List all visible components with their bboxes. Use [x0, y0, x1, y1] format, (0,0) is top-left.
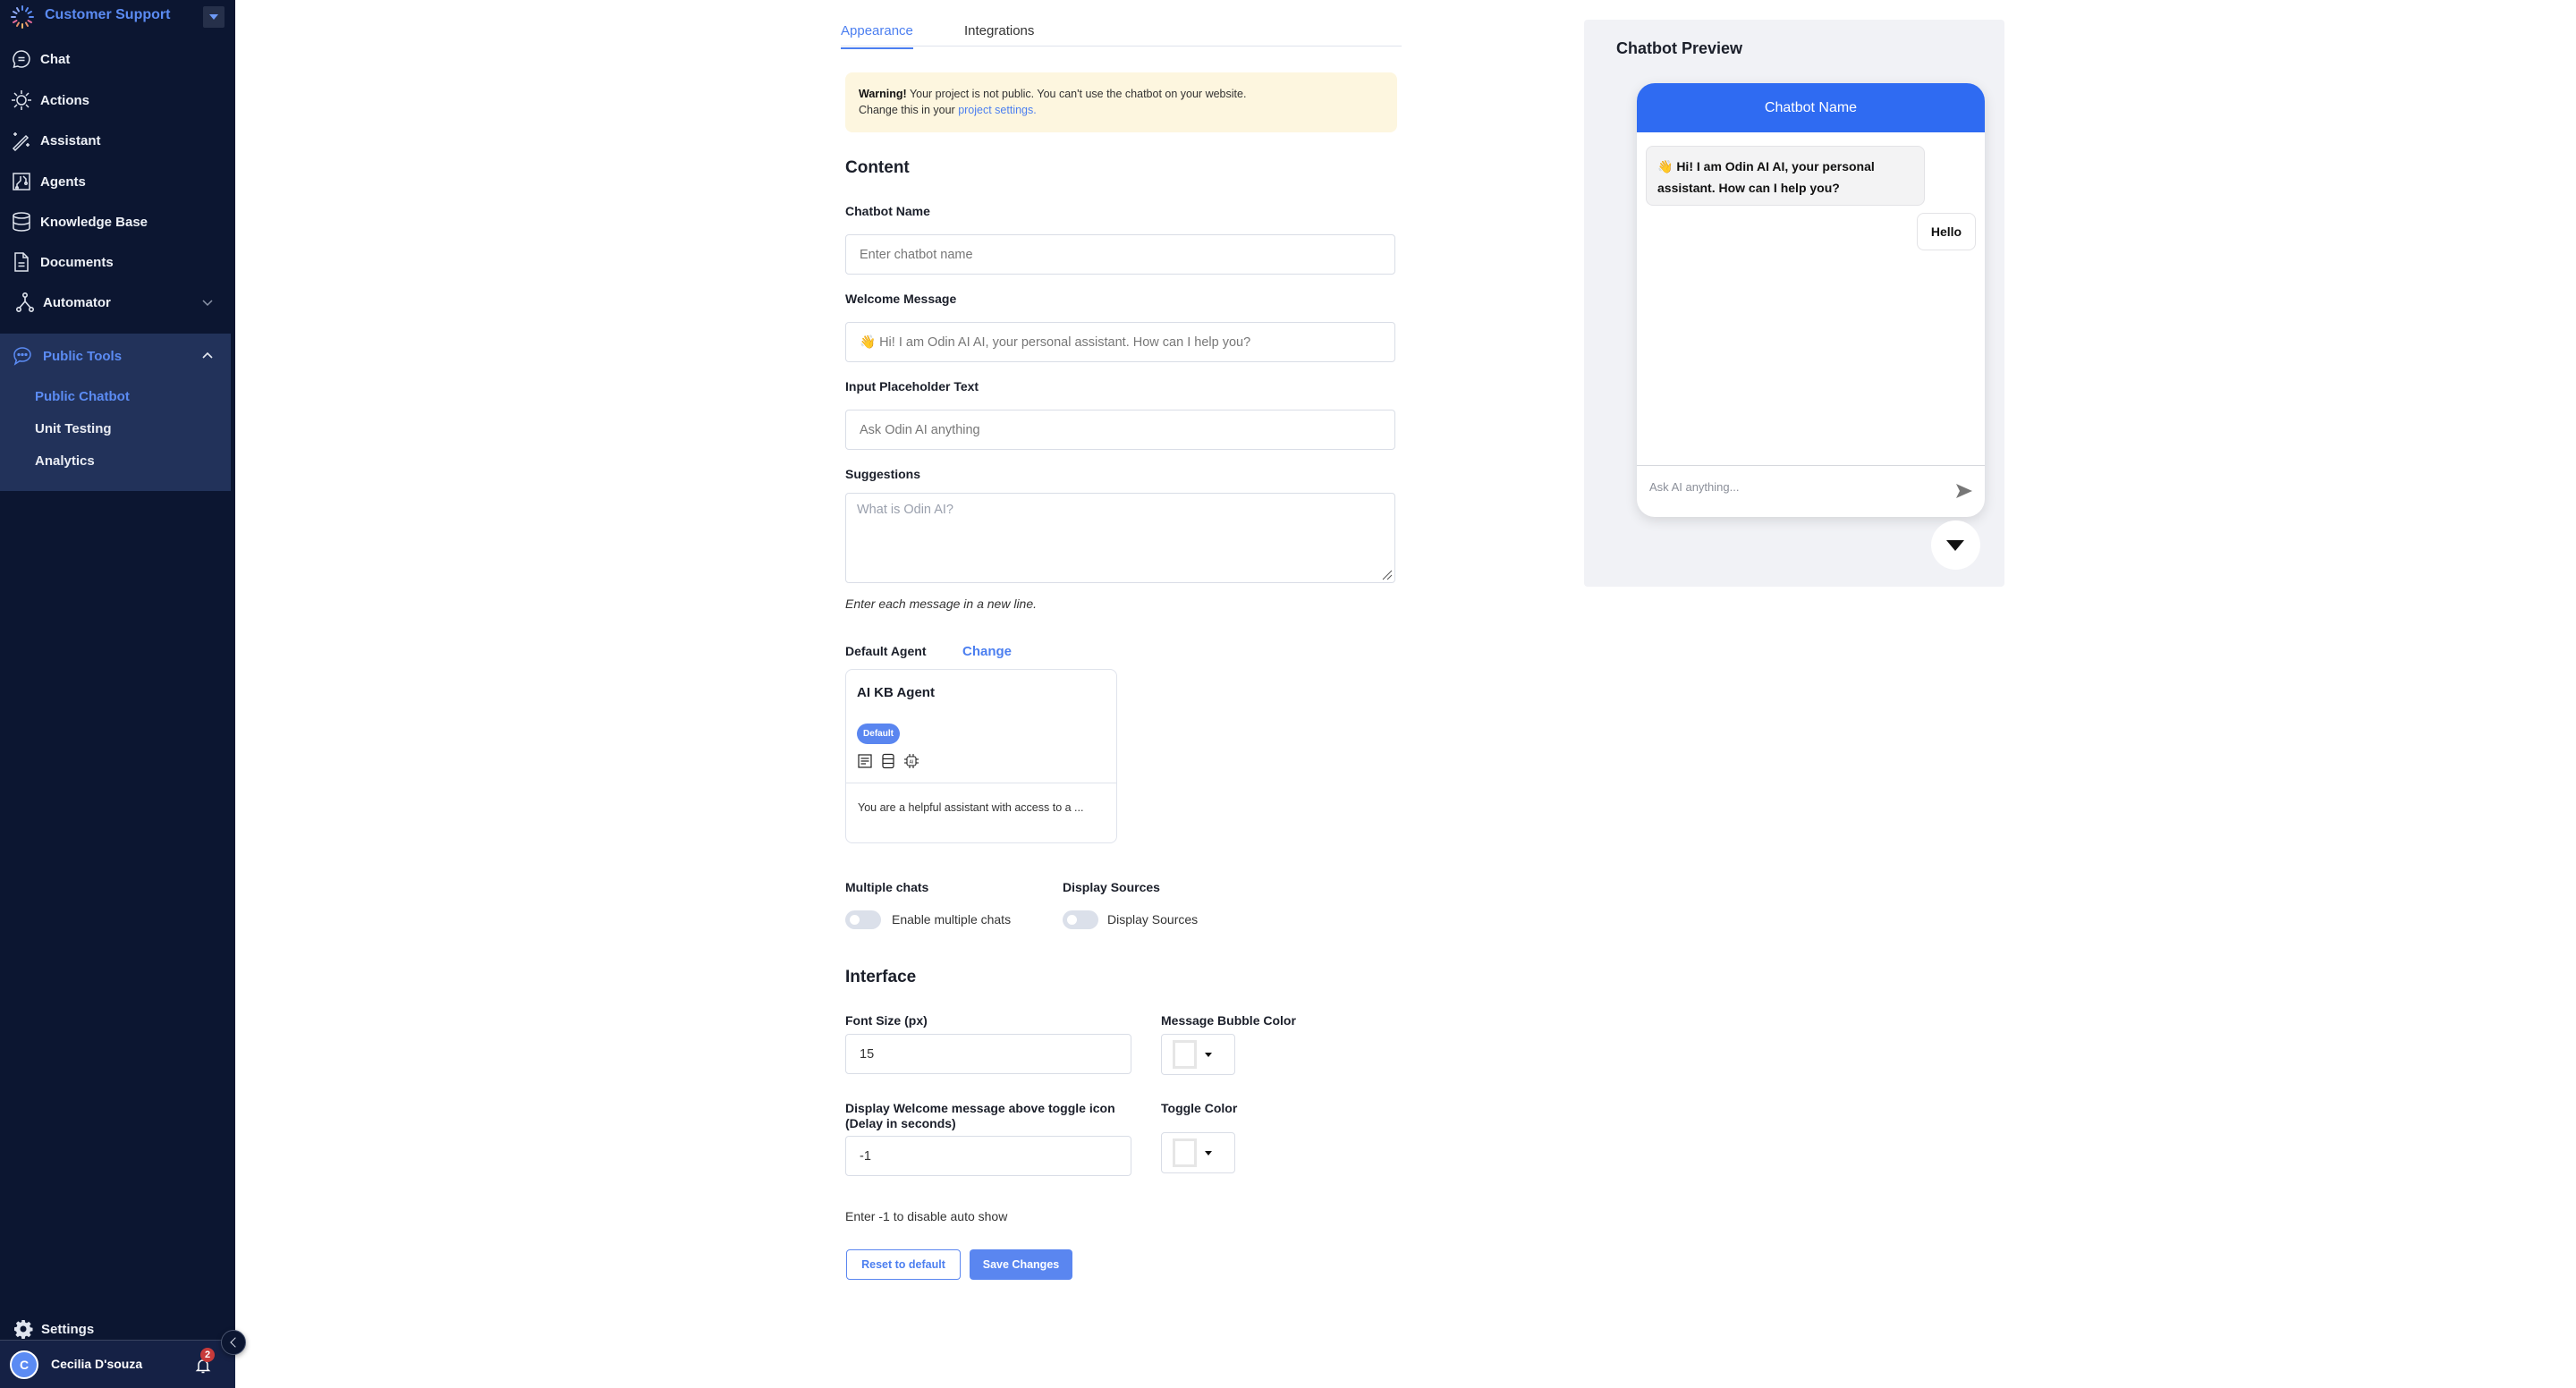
save-changes-button[interactable]: Save Changes	[970, 1249, 1072, 1280]
color-swatch	[1173, 1138, 1197, 1167]
multiple-chats-label: Multiple chats	[845, 880, 929, 894]
display-sources-toggle[interactable]	[1063, 910, 1098, 929]
warning-text-line2: Change this in your	[859, 104, 959, 116]
welcome-delay-input[interactable]: -1	[845, 1136, 1131, 1176]
multiple-chats-toggle-label: Enable multiple chats	[892, 912, 1012, 927]
agent-card[interactable]: AI KB Agent Default AI You are a helpful…	[845, 669, 1117, 843]
multiple-chats-toggle[interactable]	[845, 910, 881, 929]
suggestions-placeholder: What is Odin AI?	[857, 503, 953, 517]
warning-title: Warning!	[859, 88, 907, 100]
agent-capability-icons: AI	[857, 753, 919, 769]
chatbot-preview-panel: Chatbot Preview Chatbot Name 👋 Hi! I am …	[1584, 20, 2004, 587]
chat-input[interactable]: Ask AI anything...	[1649, 480, 1739, 494]
toggle-color-picker[interactable]	[1161, 1132, 1235, 1173]
display-sources-label: Display Sources	[1063, 880, 1160, 894]
message-bubble-color-picker[interactable]	[1161, 1034, 1235, 1075]
caret-down-icon	[1205, 1151, 1212, 1155]
change-agent-link[interactable]: Change	[962, 644, 1012, 659]
chatbot-name-input[interactable]: Enter chatbot name	[845, 234, 1395, 275]
agent-description: You are a helpful assistant with access …	[858, 801, 1084, 814]
sidebar-collapse-button[interactable]	[221, 1330, 246, 1355]
tab-integrations[interactable]: Integrations	[964, 23, 1034, 47]
send-icon[interactable]	[1954, 481, 1974, 501]
project-settings-link[interactable]: project settings.	[958, 104, 1037, 116]
default-agent-label: Default Agent	[845, 644, 927, 658]
message-bubble-color-label: Message Bubble Color	[1161, 1013, 1296, 1028]
input-placeholder-label: Input Placeholder Text	[845, 379, 979, 394]
svg-text:AI: AI	[910, 759, 914, 765]
caret-down-icon	[1205, 1053, 1212, 1057]
interface-heading: Interface	[845, 968, 917, 986]
chatbot-name-label: Chatbot Name	[845, 204, 930, 218]
document-icon	[858, 754, 872, 768]
database-icon	[882, 753, 894, 769]
display-sources-toggle-label: Display Sources	[1107, 912, 1199, 927]
font-size-label: Font Size (px)	[845, 1013, 928, 1028]
resize-handle-icon[interactable]	[1382, 570, 1393, 580]
bot-message-bubble: 👋 Hi! I am Odin AI AI, your personal ass…	[1646, 146, 1925, 206]
input-placeholder-input[interactable]: Ask Odin AI anything	[845, 410, 1395, 450]
toggle-color-label: Toggle Color	[1161, 1101, 1238, 1115]
welcome-delay-hint: Enter -1 to disable auto show	[845, 1209, 1008, 1223]
preview-title: Chatbot Preview	[1616, 39, 1743, 57]
ai-chip-icon: AI	[904, 754, 919, 768]
warning-banner: Warning! Your project is not public. You…	[845, 72, 1397, 132]
welcome-message-label: Welcome Message	[845, 292, 957, 306]
suggestions-hint: Enter each message in a new line.	[845, 597, 1038, 611]
suggestions-textarea[interactable]: What is Odin AI?	[845, 493, 1395, 583]
chat-window: Chatbot Name 👋 Hi! I am Odin AI AI, your…	[1637, 83, 1985, 517]
default-badge: Default	[857, 724, 900, 744]
tab-appearance[interactable]: Appearance	[841, 23, 913, 49]
color-swatch	[1173, 1040, 1197, 1069]
user-message-bubble: Hello	[1917, 213, 1976, 250]
chat-toggle-button[interactable]	[1931, 520, 1980, 570]
welcome-delay-label: Display Welcome message above toggle ico…	[845, 1101, 1115, 1130]
tab-bar: Appearance Integrations	[841, 18, 1402, 49]
content-heading: Content	[845, 158, 910, 177]
chat-input-bar: Ask AI anything...	[1637, 465, 1985, 517]
welcome-message-input[interactable]: 👋 Hi! I am Odin AI AI, your personal ass…	[845, 322, 1395, 362]
agent-name: AI KB Agent	[857, 685, 935, 700]
reset-to-default-button[interactable]: Reset to default	[846, 1249, 961, 1280]
suggestions-label: Suggestions	[845, 467, 921, 481]
warning-text: Your project is not public. You can't us…	[906, 88, 1247, 100]
chat-header: Chatbot Name	[1637, 83, 1985, 132]
main-content: Appearance Integrations Warning! Your pr…	[0, 0, 2576, 1388]
font-size-input[interactable]: 15	[845, 1034, 1131, 1074]
